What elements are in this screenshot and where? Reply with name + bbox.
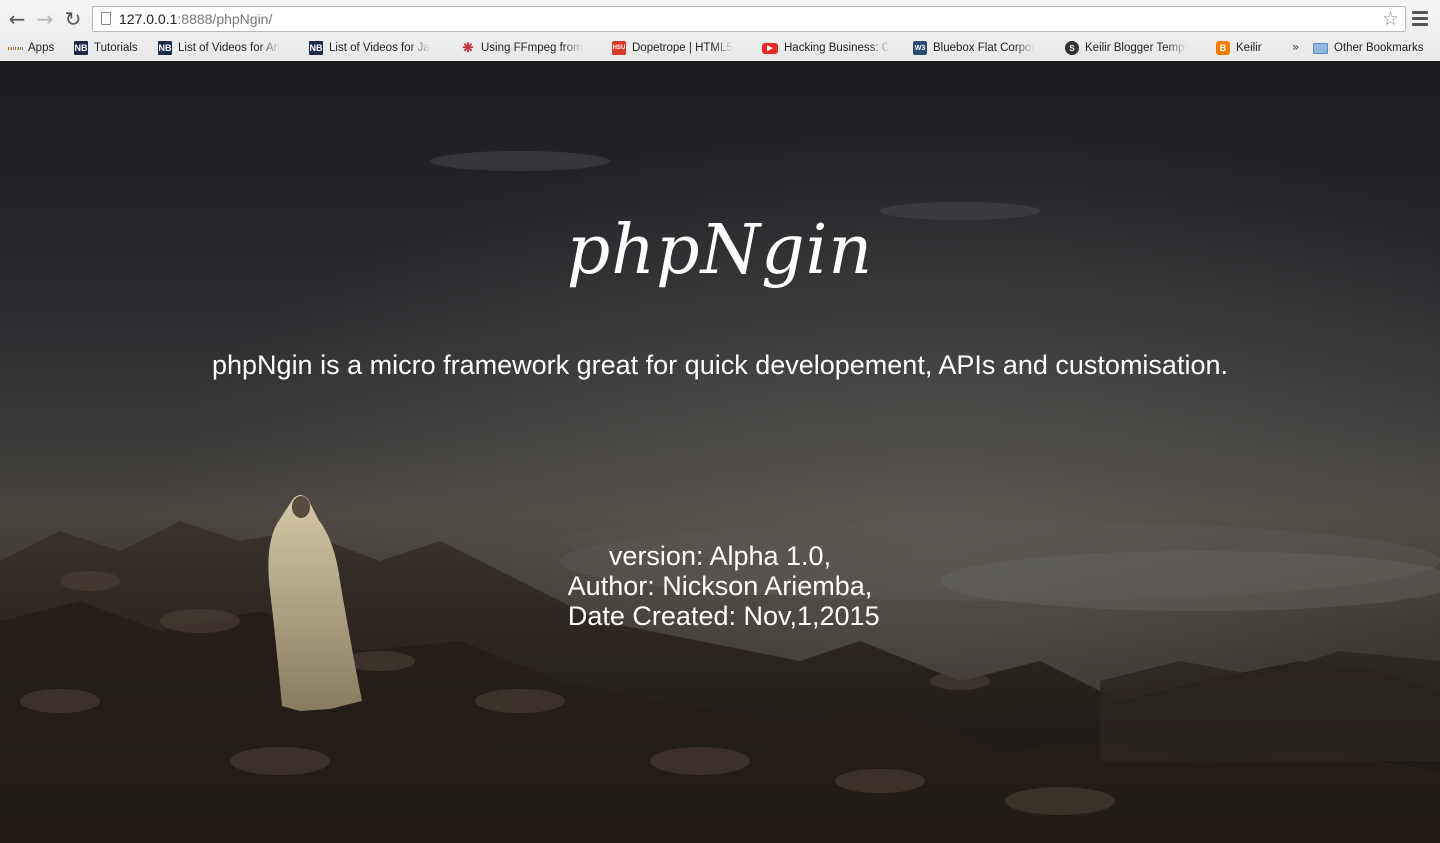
forward-arrow-icon[interactable]: → — [33, 6, 57, 32]
bookmark-label: Bluebox Flat Corpor — [933, 42, 1036, 54]
bookmark-label: Hacking Business: C — [784, 42, 891, 54]
hero-background: phpNgin phpNgin is a micro framework gre… — [0, 61, 1440, 843]
bookmark-dopetrope[interactable]: HSU Dopetrope | HTML5 — [612, 39, 748, 57]
browser-chrome: ← → ↻ 127.0.0.1:8888/phpNgin/ ☆ Apps NB … — [0, 0, 1440, 62]
bookmark-label: Tutorials — [94, 42, 138, 54]
date-created-text: Date Created: Nov,1,2015 — [560, 601, 880, 631]
bookmark-label: Keilir Blogger Templ — [1085, 42, 1188, 54]
bookmark-apps[interactable]: Apps — [8, 39, 54, 57]
bookmark-other[interactable]: Other Bookmarks — [1313, 39, 1423, 57]
page-icon — [101, 12, 111, 25]
author-text: Author: Nickson Ariemba, — [567, 571, 873, 601]
bookmarks-bar: Apps NB Tutorials NB List of Videos for … — [0, 37, 1440, 59]
address-bar[interactable]: 127.0.0.1:8888/phpNgin/ ☆ — [92, 6, 1406, 32]
w3-icon: W3 — [913, 41, 927, 55]
url-text[interactable]: 127.0.0.1:8888/phpNgin/ — [119, 11, 272, 27]
browser-toolbar: ← → ↻ 127.0.0.1:8888/phpNgin/ ☆ — [0, 4, 1440, 36]
bookmark-label: Apps — [28, 42, 55, 54]
landscape-image — [0, 61, 1440, 843]
bookmark-label: List of Videos for An — [178, 42, 281, 54]
nb-icon: NB — [74, 41, 88, 55]
bookmark-star-icon[interactable]: ☆ — [1382, 8, 1399, 30]
bookmark-label: Keilir — [1236, 42, 1262, 54]
bookmark-label: Other Bookmarks — [1334, 42, 1424, 54]
nb-icon: NB — [158, 41, 172, 55]
bookmark-keilir-blogger[interactable]: S Keilir Blogger Templ — [1065, 39, 1201, 57]
bookmarks-overflow-chevron-icon[interactable]: » — [1292, 40, 1299, 54]
bookmark-label: Using FFmpeg from — [481, 42, 583, 54]
bookmark-videos-android[interactable]: NB List of Videos for An — [158, 39, 294, 57]
bookmark-bluebox[interactable]: W3 Bluebox Flat Corpor — [913, 39, 1049, 57]
bookmark-ffmpeg[interactable]: ❋ Using FFmpeg from — [461, 39, 597, 57]
back-arrow-icon[interactable]: ← — [5, 6, 29, 32]
nb-icon: NB — [309, 41, 323, 55]
tagline: phpNgin is a micro framework great for q… — [212, 350, 1228, 380]
hsu-icon: HSU — [612, 41, 626, 55]
bookmark-keilir[interactable]: B Keilir — [1216, 39, 1262, 57]
menu-icon[interactable] — [1412, 11, 1428, 27]
meta-info: version: Alpha 1.0, Author: Nickson Arie… — [0, 541, 1440, 631]
bookmark-tutorials[interactable]: NB Tutorials — [74, 39, 138, 57]
url-path: :8888/phpNgin/ — [177, 11, 273, 27]
folder-icon — [1313, 42, 1328, 54]
ffmpeg-icon: ❋ — [462, 40, 474, 55]
logo-text: phpNgin — [566, 211, 874, 290]
s-icon: S — [1065, 41, 1079, 55]
blogger-icon: B — [1216, 41, 1230, 55]
youtube-icon: ▶ — [762, 42, 778, 54]
apps-grid-icon — [8, 41, 22, 55]
bookmark-videos-java[interactable]: NB List of Videos for Ja — [309, 39, 445, 57]
version-text: version: Alpha 1.0, — [608, 541, 832, 571]
url-host: 127.0.0.1 — [119, 11, 178, 27]
reload-icon[interactable]: ↻ — [61, 6, 85, 32]
bookmark-label: Dopetrope | HTML5 — [632, 42, 733, 54]
bookmark-hacking-business[interactable]: ▶ Hacking Business: C — [762, 39, 898, 57]
bookmark-label: List of Videos for Ja — [329, 42, 430, 54]
